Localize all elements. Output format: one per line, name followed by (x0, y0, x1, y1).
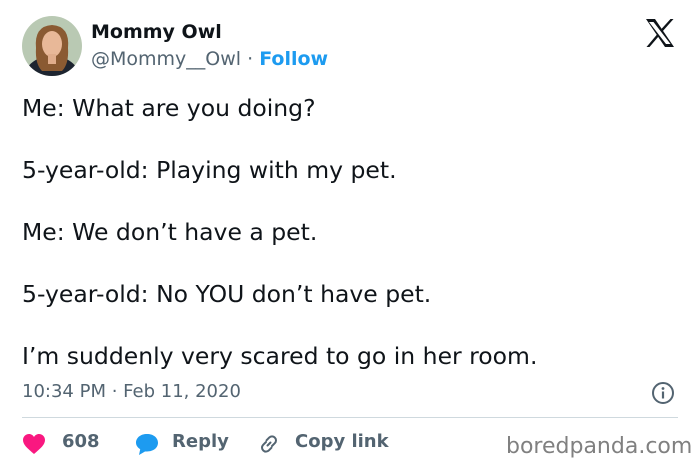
handle-line: @Mommy__Owl · Follow (91, 48, 328, 70)
avatar-image (22, 16, 82, 76)
timestamp[interactable]: 10:34 PM · Feb 11, 2020 (22, 381, 241, 402)
tweet-line: Me: What are you doing? (22, 94, 316, 122)
info-icon[interactable] (651, 381, 675, 405)
heart-icon (23, 434, 45, 454)
avatar[interactable] (22, 16, 82, 76)
divider (22, 417, 678, 418)
tweet-line: 5-year-old: No YOU don’t have pet. (22, 280, 432, 308)
display-name[interactable]: Mommy Owl (91, 21, 222, 43)
handle[interactable]: @Mommy__Owl (91, 48, 241, 70)
link-icon (261, 435, 277, 453)
reply-bubble-icon (136, 434, 158, 455)
reply-label: Reply (172, 431, 229, 452)
follow-button[interactable]: Follow (259, 48, 328, 70)
x-logo-icon[interactable] (644, 18, 676, 48)
tweet-line: Me: We don’t have a pet. (22, 218, 318, 246)
separator-dot: · (247, 48, 254, 70)
watermark: boredpanda.com (506, 434, 693, 459)
copy-link-label: Copy link (295, 431, 389, 452)
tweet-line: I’m suddenly very scared to go in her ro… (22, 342, 538, 370)
tweet-line: 5-year-old: Playing with my pet. (22, 156, 397, 184)
like-count: 608 (62, 431, 100, 452)
